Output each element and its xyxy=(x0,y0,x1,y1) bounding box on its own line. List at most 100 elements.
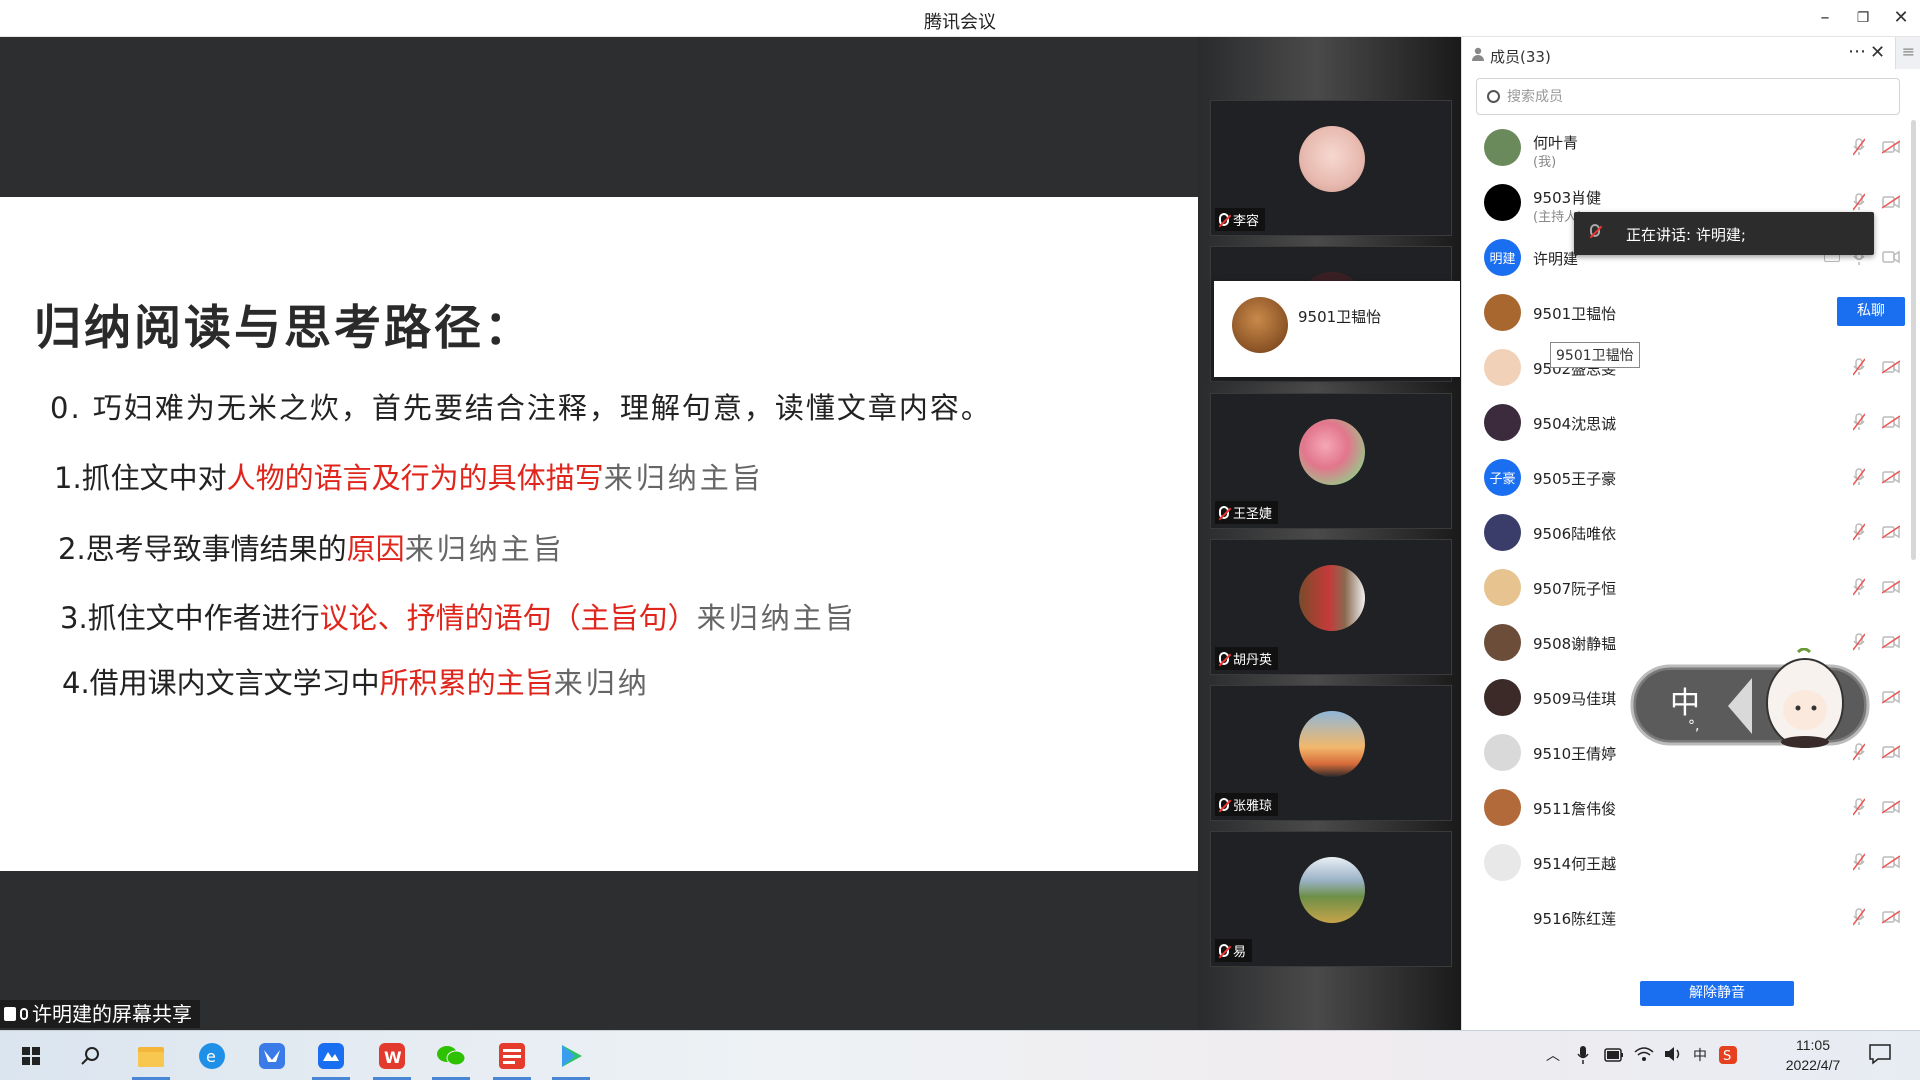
member-row[interactable]: 何叶青 (我) xyxy=(1462,120,1902,175)
camera-off-icon[interactable] xyxy=(1882,910,1900,924)
camera-off-icon[interactable] xyxy=(1882,800,1900,814)
slide-line-3-tail: 来归纳主旨 xyxy=(696,601,857,635)
mic-muted-icon[interactable] xyxy=(1853,413,1865,431)
slide-line-0: 0. 巧妇难为无米之炊，首先要结合注释，理解句意，读懂文章内容。 xyxy=(50,391,992,425)
show-hidden-icons[interactable]: ︿ xyxy=(1546,1045,1560,1065)
slide-line-3: 3.抓住文中作者进行议论、抒情的语句（主旨句）来归纳主旨 xyxy=(60,595,857,637)
mic-muted-icon xyxy=(1219,944,1229,957)
private-chat-button[interactable]: 私聊 xyxy=(1837,297,1905,326)
search-button[interactable] xyxy=(73,1039,107,1073)
member-name: 9501卫韫怡 xyxy=(1533,305,1617,323)
restore-button[interactable]: ❐ xyxy=(1848,6,1878,30)
member-row[interactable]: 9504沈思诚 xyxy=(1462,395,1902,450)
taskbar-app-browser[interactable]: e xyxy=(195,1039,229,1073)
member-row[interactable]: 9514何王越 xyxy=(1462,835,1902,890)
close-panel-icon[interactable]: ✕ xyxy=(1870,42,1885,63)
mic-muted-icon xyxy=(1219,798,1229,811)
camera-off-icon[interactable] xyxy=(1882,690,1900,704)
member-panel: 成员(33) ⋯ ✕ ≡ 搜索成员 何叶青 (我) 9503肖健 (主持人) 明建 许明建… xyxy=(1461,37,1920,1030)
mic-muted-icon[interactable] xyxy=(1853,578,1865,596)
sogou-ime-icon[interactable]: S xyxy=(1718,1045,1738,1065)
slide-line-1-tail: 来归纳主旨 xyxy=(603,461,764,495)
camera-icon[interactable] xyxy=(1882,250,1900,264)
bird-icon xyxy=(259,1043,285,1069)
avatar xyxy=(1232,297,1288,353)
avatar xyxy=(1484,349,1521,386)
video-tile[interactable]: 易 xyxy=(1210,831,1452,967)
avatar xyxy=(1299,126,1365,192)
member-name: 9503肖健 xyxy=(1533,189,1602,207)
camera-off-icon[interactable] xyxy=(1882,745,1900,759)
video-tile[interactable]: 胡丹英 xyxy=(1210,539,1452,675)
start-button[interactable] xyxy=(14,1039,48,1073)
avatar xyxy=(1484,294,1521,331)
member-row[interactable]: 子豪 9505王子豪 xyxy=(1462,450,1902,505)
member-row[interactable]: 9506陆唯依 xyxy=(1462,505,1902,560)
member-name: 9508谢静韫 xyxy=(1533,635,1617,653)
mic-muted-icon xyxy=(1219,213,1229,226)
taskbar-app-explorer[interactable] xyxy=(134,1039,168,1073)
mic-muted-icon[interactable] xyxy=(1853,358,1865,376)
person-icon xyxy=(1472,47,1484,61)
scrollbar[interactable] xyxy=(1911,120,1916,560)
battery-icon[interactable] xyxy=(1604,1048,1624,1062)
member-name: 9514何王越 xyxy=(1533,855,1617,873)
mic-muted-icon[interactable] xyxy=(1853,908,1865,926)
ime-mode-label: 中 xyxy=(1670,686,1700,721)
taskbar-app-tencent-meeting[interactable] xyxy=(314,1039,348,1073)
taskbar-app-video[interactable] xyxy=(554,1039,588,1073)
camera-off-icon[interactable] xyxy=(1882,415,1900,429)
video-tile[interactable]: 张雅琼 xyxy=(1210,685,1452,821)
ime-punct-mark: °, xyxy=(1688,718,1699,734)
shared-screen: 归纳阅读与思考路径： 0. 巧妇难为无米之炊，首先要结合注释，理解句意，读懂文章… xyxy=(0,37,1198,1030)
camera-off-icon[interactable] xyxy=(1882,140,1900,154)
volume-icon[interactable] xyxy=(1664,1046,1684,1062)
member-row[interactable]: 9501卫韫怡 私聊 xyxy=(1462,285,1905,340)
camera-off-icon[interactable] xyxy=(1882,635,1900,649)
member-row[interactable]: 9502盛思雯 xyxy=(1462,340,1902,395)
camera-off-icon[interactable] xyxy=(1882,855,1900,869)
taskbar-app-wechat[interactable] xyxy=(434,1039,468,1073)
search-icon xyxy=(81,1047,99,1065)
video-tile[interactable]: 王圣婕 xyxy=(1210,393,1452,529)
panel-title: 成员(33) xyxy=(1490,48,1551,66)
slide-line-2-text: 2.思考导致事情结果的 xyxy=(58,532,347,566)
member-name: 许明建 xyxy=(1533,250,1579,268)
ime-mascot-widget[interactable]: 中 °, xyxy=(1630,648,1870,748)
member-row[interactable]: 9507阮子恒 xyxy=(1462,560,1902,615)
mic-muted-icon[interactable] xyxy=(1853,138,1865,156)
close-button[interactable]: ✕ xyxy=(1886,6,1916,30)
camera-off-icon[interactable] xyxy=(1882,525,1900,539)
minimize-button[interactable]: – xyxy=(1810,6,1840,30)
microphone-icon[interactable] xyxy=(1577,1045,1589,1065)
clock[interactable]: 11:05 2022/4/7 xyxy=(1778,1035,1848,1075)
search-icon xyxy=(1487,90,1500,103)
member-row[interactable]: 9516陈红莲 xyxy=(1462,890,1902,945)
search-input[interactable]: 搜索成员 xyxy=(1476,78,1900,115)
avatar xyxy=(1299,565,1365,631)
mic-muted-icon[interactable] xyxy=(1853,798,1865,816)
mic-muted-icon[interactable] xyxy=(1853,193,1865,211)
camera-off-icon[interactable] xyxy=(1882,580,1900,594)
video-tile[interactable]: 李容 xyxy=(1210,100,1452,236)
speaking-text: 正在讲话: 许明建; xyxy=(1626,226,1746,244)
taskbar-app-feishu[interactable] xyxy=(255,1039,289,1073)
notification-icon[interactable] xyxy=(1868,1043,1892,1065)
member-row[interactable]: 9511詹伟俊 xyxy=(1462,780,1902,835)
more-icon[interactable]: ⋯ xyxy=(1848,41,1866,62)
menu-icon[interactable]: ≡ xyxy=(1895,37,1920,69)
mic-muted-icon[interactable] xyxy=(1853,468,1865,486)
mic-muted-icon[interactable] xyxy=(1853,523,1865,541)
unmute-all-button[interactable]: 解除静音 xyxy=(1640,981,1794,1006)
taskbar-app-wps[interactable]: W xyxy=(375,1039,409,1073)
camera-off-icon[interactable] xyxy=(1882,470,1900,484)
slide-line-3-text: 3.抓住文中作者进行 xyxy=(60,601,320,635)
taskbar-app-news[interactable] xyxy=(495,1039,529,1073)
input-language[interactable]: 中 xyxy=(1693,1045,1707,1065)
camera-off-icon[interactable] xyxy=(1882,195,1900,209)
mic-muted-icon[interactable] xyxy=(1853,853,1865,871)
wifi-icon[interactable] xyxy=(1634,1046,1654,1062)
camera-off-icon[interactable] xyxy=(1882,360,1900,374)
svg-text:e: e xyxy=(206,1047,216,1066)
slide-line-4-highlight: 所积累的主旨 xyxy=(379,666,554,700)
